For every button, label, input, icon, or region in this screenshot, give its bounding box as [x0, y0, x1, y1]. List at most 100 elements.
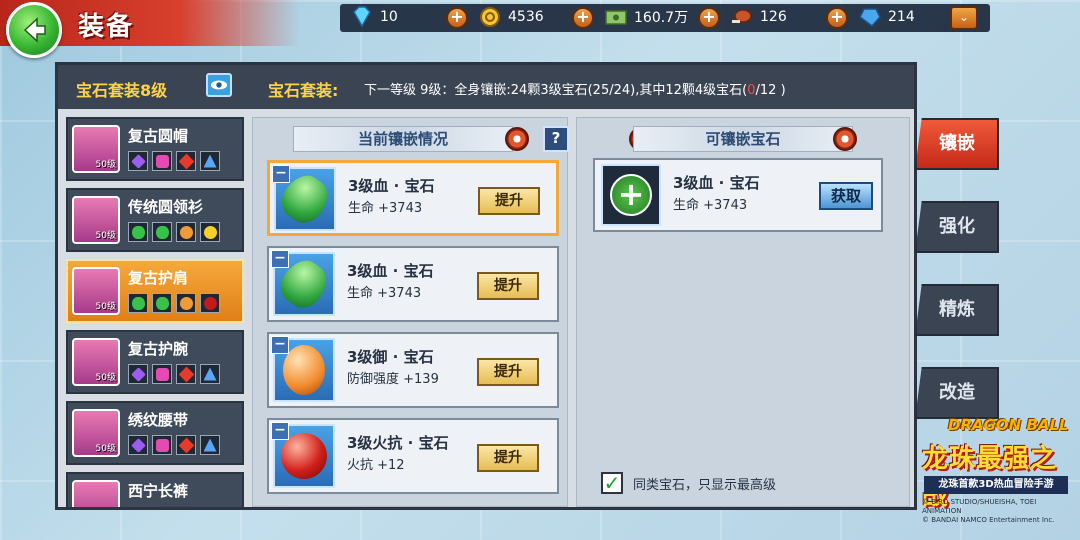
- green-gem-icon: [128, 222, 148, 242]
- equipment-list[interactable]: 50级 复古圆帽 50级 传统圆领衫 50级 复古护肩 50级 复古护腕 50级…: [66, 117, 246, 507]
- resource-coin: 4536: [478, 5, 544, 29]
- equipment-item-belt[interactable]: 50级 绣纹腰带: [66, 401, 244, 465]
- set-desc-progress: 0: [747, 83, 756, 98]
- red-gem-icon: [176, 364, 196, 384]
- add-diamond-button[interactable]: +: [446, 7, 468, 29]
- purple-gem-icon: [128, 364, 148, 384]
- capsule-icon: [505, 127, 529, 151]
- red-gem-icon: [176, 151, 196, 171]
- diamond-icon: [350, 6, 374, 28]
- eye-icon: [210, 80, 228, 90]
- green-gem-icon: [152, 293, 172, 313]
- expand-menu-button[interactable]: ⌄: [950, 6, 978, 30]
- equipment-item-shoulder[interactable]: 50级 复古护肩: [66, 259, 244, 323]
- inlay-slot-3[interactable]: − 3级御 · 宝石 防御强度 +139 提升: [267, 332, 559, 408]
- upgrade-button[interactable]: 提升: [477, 358, 539, 386]
- wrist-guard-icon: 50级: [72, 338, 120, 386]
- view-set-button[interactable]: [206, 73, 232, 97]
- page-title: 装备: [78, 12, 135, 42]
- remove-gem-button[interactable]: −: [272, 165, 290, 183]
- copyright-text: © BIRD STUDIO/SHUEISHA, TOEI ANIMATION ©…: [922, 498, 1072, 525]
- equipment-name: 复古护肩: [128, 269, 189, 287]
- add-cash-button[interactable]: +: [698, 7, 720, 29]
- gem-set-label: 宝石套装:: [268, 81, 339, 100]
- pants-icon: [72, 480, 120, 507]
- available-gem-item[interactable]: + 3级血 · 宝石 生命 +3743 获取: [593, 158, 883, 232]
- orange-gem-icon: [176, 222, 196, 242]
- available-gems-title: 可镶嵌宝石: [633, 126, 853, 152]
- inlay-slot-1[interactable]: − 3级血 · 宝石 生命 +3743 提升: [267, 160, 559, 236]
- hat-icon: 50级: [72, 125, 120, 173]
- set-desc-total: /12 ): [755, 83, 786, 98]
- copyright-line-2: © BANDAI NAMCO Entertainment Inc.: [922, 516, 1055, 524]
- checkmark-icon: ✓: [603, 471, 621, 495]
- gem-stat: 生命 +3743: [673, 198, 748, 213]
- tab-modify[interactable]: 改造: [915, 367, 999, 419]
- green-gem-icon: [128, 293, 148, 313]
- add-meat-button[interactable]: +: [826, 7, 848, 29]
- resource-crystal: 214: [858, 5, 915, 29]
- gem-set-description: 下一等级 9级：全身镶嵌:24颗3级宝石(25/24),其中12颗4级宝石(0/…: [364, 79, 786, 98]
- gem-name: 3级御 · 宝石: [347, 348, 434, 366]
- available-gems-section: 可镶嵌宝石 + 3级血 · 宝石 生命 +3743 获取 ✓ 同类宝石，只显示最…: [576, 117, 910, 507]
- blue-gem-icon: [200, 151, 220, 171]
- gem-stat: 火抗 +12: [347, 458, 405, 473]
- gem-name: 3级火抗 · 宝石: [347, 434, 449, 452]
- red-gem-icon: [176, 435, 196, 455]
- green-gem-icon: [152, 222, 172, 242]
- orange-gem-icon: [283, 345, 325, 395]
- back-arrow-icon: [23, 17, 46, 43]
- remove-gem-button[interactable]: −: [271, 336, 289, 354]
- blue-gem-icon: [200, 435, 220, 455]
- tab-enhance[interactable]: 强化: [915, 201, 999, 253]
- gem-slot-row: [128, 293, 220, 313]
- diamond-count: 10: [380, 9, 398, 25]
- equipment-item-pants[interactable]: 西宁长裤: [66, 472, 244, 507]
- equipment-item-shirt[interactable]: 50级 传统圆领衫: [66, 188, 244, 252]
- remove-gem-button[interactable]: −: [271, 422, 289, 440]
- equipment-item-hat[interactable]: 50级 复古圆帽: [66, 117, 244, 181]
- back-button[interactable]: [6, 2, 62, 58]
- coin-icon: [478, 6, 502, 28]
- shoulder-guard-icon: 50级: [72, 267, 120, 315]
- current-inlay-section: 当前镶嵌情况 ? − 3级血 · 宝石 生命 +3743 提升 − 3级血 · …: [252, 117, 569, 507]
- crystal-icon: [858, 6, 882, 28]
- obtain-button[interactable]: 获取: [819, 182, 873, 210]
- panel-header: 宝石套装8级 宝石套装: 下一等级 9级：全身镶嵌:24颗3级宝石(25/24)…: [58, 65, 914, 109]
- shirt-icon: 50级: [72, 196, 120, 244]
- inlay-slot-2[interactable]: − 3级血 · 宝石 生命 +3743 提升: [267, 246, 559, 322]
- upgrade-button[interactable]: 提升: [478, 187, 540, 215]
- gem-stat: 生命 +3743: [347, 286, 422, 301]
- ruby-gem-icon: [200, 293, 220, 313]
- tab-refine[interactable]: 精炼: [915, 284, 999, 336]
- meat-count: 126: [760, 9, 787, 25]
- filter-row: ✓ 同类宝石，只显示最高级: [601, 472, 776, 494]
- belt-icon: 50级: [72, 409, 120, 457]
- purple-gem-icon: [128, 435, 148, 455]
- item-level: 50级: [95, 302, 116, 312]
- equipment-panel: 宝石套装8级 宝石套装: 下一等级 9级：全身镶嵌:24颗3级宝石(25/24)…: [55, 62, 917, 510]
- item-level: 50级: [95, 444, 116, 454]
- upgrade-button[interactable]: 提升: [477, 272, 539, 300]
- coin-count: 4536: [508, 9, 544, 25]
- gem-stat: 防御强度 +139: [347, 372, 439, 387]
- remove-gem-button[interactable]: −: [271, 250, 289, 268]
- add-coin-button[interactable]: +: [572, 7, 594, 29]
- yellow-gem-icon: [200, 222, 220, 242]
- side-tabs: 镶嵌 强化 精炼 改造: [915, 118, 1001, 450]
- cash-count: 160.7万: [634, 10, 689, 26]
- gem-name: 3级血 · 宝石: [673, 174, 760, 192]
- gem-set-level: 宝石套装8级: [76, 81, 168, 100]
- help-button[interactable]: ?: [543, 126, 569, 152]
- highest-level-only-checkbox[interactable]: ✓: [601, 472, 623, 494]
- logo-tagline: 龙珠首款3D热血冒险手游: [924, 476, 1068, 494]
- current-inlay-title: 当前镶嵌情况: [293, 126, 513, 152]
- tab-inlay[interactable]: 镶嵌: [915, 118, 999, 170]
- resource-diamond: 10: [350, 5, 398, 29]
- equipment-name: 复古圆帽: [128, 127, 189, 145]
- equipment-item-wrist[interactable]: 50级 复古护腕: [66, 330, 244, 394]
- upgrade-button[interactable]: 提升: [477, 444, 539, 472]
- inlay-slot-4[interactable]: − 3级火抗 · 宝石 火抗 +12 提升: [267, 418, 559, 494]
- cash-icon: [604, 6, 628, 28]
- set-desc-text: 下一等级 9级：全身镶嵌:24颗3级宝石(25/24),其中12颗4级宝石(: [364, 83, 748, 98]
